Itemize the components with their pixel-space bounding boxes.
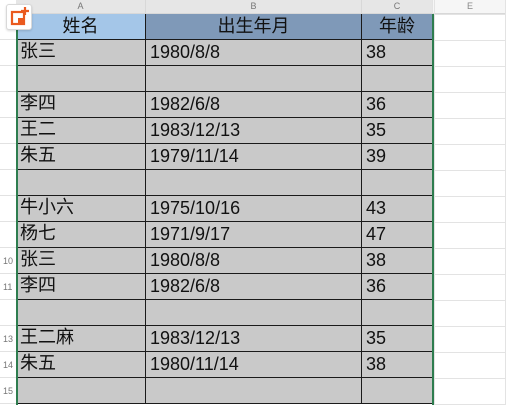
grid-line-horizontal (433, 274, 506, 275)
selection-border-left (16, 14, 18, 405)
cell-age[interactable] (362, 66, 433, 92)
grid-line-horizontal (433, 352, 506, 353)
cell-name[interactable]: 王二麻 (16, 326, 146, 352)
cell-age[interactable]: 38 (362, 352, 433, 378)
add-comment-icon (10, 7, 29, 26)
row-number[interactable] (0, 92, 16, 118)
row-number[interactable] (0, 196, 16, 222)
cell-birth-date[interactable]: 1979/11/14 (146, 144, 362, 170)
grid-line-horizontal (433, 170, 506, 171)
cell-name[interactable]: 李四 (16, 274, 146, 300)
cell-age[interactable]: 38 (362, 248, 433, 274)
grid-line-horizontal (433, 92, 506, 93)
cell-name[interactable]: 李四 (16, 92, 146, 118)
grid-line-horizontal (433, 196, 506, 197)
row-number[interactable] (0, 222, 16, 248)
cell-name[interactable] (16, 66, 146, 92)
row-number[interactable] (0, 170, 16, 196)
cell-birth-date[interactable]: 1980/8/8 (146, 40, 362, 66)
cell-name[interactable] (16, 378, 146, 404)
row-number[interactable] (0, 118, 16, 144)
grid-line-horizontal (433, 222, 506, 223)
grid-line-horizontal (433, 378, 506, 379)
grid-line-horizontal (433, 248, 506, 249)
selection-border-right (432, 14, 434, 405)
row-number[interactable]: 14 (0, 352, 16, 378)
grid-line-horizontal (433, 144, 506, 145)
cell-birth-date[interactable] (146, 170, 362, 196)
column-header-b[interactable]: B (146, 0, 362, 14)
header-cell-birth-date[interactable]: 出生年月 (146, 14, 362, 40)
cell-name[interactable]: 张三 (16, 40, 146, 66)
column-header-c[interactable]: C (362, 0, 433, 14)
row-number[interactable] (0, 40, 16, 66)
header-cell-age[interactable]: 年龄 (362, 14, 433, 40)
grid-line-horizontal (433, 14, 506, 15)
cell-name[interactable]: 张三 (16, 248, 146, 274)
cell-birth-date[interactable]: 1975/10/16 (146, 196, 362, 222)
cell-birth-date[interactable]: 1980/8/8 (146, 248, 362, 274)
cell-age[interactable]: 36 (362, 92, 433, 118)
row-number[interactable] (0, 144, 16, 170)
column-header-e[interactable]: E (435, 0, 506, 14)
cell-birth-date[interactable]: 1971/9/17 (146, 222, 362, 248)
row-number[interactable] (0, 66, 16, 92)
cell-age[interactable] (362, 378, 433, 404)
row-number[interactable] (0, 300, 16, 326)
cell-age[interactable]: 35 (362, 118, 433, 144)
cell-birth-date[interactable]: 1982/6/8 (146, 92, 362, 118)
cell-age[interactable]: 47 (362, 222, 433, 248)
cell-birth-date[interactable] (146, 300, 362, 326)
grid-line-horizontal (433, 300, 506, 301)
cell-age[interactable]: 36 (362, 274, 433, 300)
grid-line-vertical (434, 0, 435, 405)
column-header-a[interactable]: A (16, 0, 146, 14)
row-number[interactable]: 10 (0, 248, 16, 274)
cell-birth-date[interactable]: 1980/11/14 (146, 352, 362, 378)
cell-birth-date[interactable] (146, 66, 362, 92)
grid-line-horizontal (433, 40, 506, 41)
grid-line-horizontal (433, 118, 506, 119)
row-number[interactable]: 11 (0, 274, 16, 300)
cell-birth-date[interactable]: 1983/12/13 (146, 326, 362, 352)
row-number[interactable]: 13 (0, 326, 16, 352)
grid-line-horizontal (433, 66, 506, 67)
cell-age[interactable]: 35 (362, 326, 433, 352)
cell-birth-date[interactable]: 1983/12/13 (146, 118, 362, 144)
cell-age[interactable]: 39 (362, 144, 433, 170)
cell-name[interactable]: 朱五 (16, 144, 146, 170)
add-comment-badge[interactable] (6, 4, 32, 30)
cell-name[interactable] (16, 300, 146, 326)
cell-age[interactable] (362, 300, 433, 326)
cell-name[interactable]: 杨七 (16, 222, 146, 248)
cell-birth-date[interactable] (146, 378, 362, 404)
cell-age[interactable]: 38 (362, 40, 433, 66)
row-number[interactable]: 15 (0, 378, 16, 404)
cell-birth-date[interactable]: 1982/6/8 (146, 274, 362, 300)
cell-name[interactable]: 牛小六 (16, 196, 146, 222)
cell-age[interactable]: 43 (362, 196, 433, 222)
spreadsheet-grid: A B C E 姓名 出生年月 年龄 张三 1980/8/8 38 李四 1982/6/… (0, 0, 506, 405)
grid-line-horizontal (433, 326, 506, 327)
cell-name[interactable]: 朱五 (16, 352, 146, 378)
cell-age[interactable] (362, 170, 433, 196)
header-cell-name[interactable]: 姓名 (16, 14, 146, 40)
cell-name[interactable] (16, 170, 146, 196)
cell-name[interactable]: 王二 (16, 118, 146, 144)
